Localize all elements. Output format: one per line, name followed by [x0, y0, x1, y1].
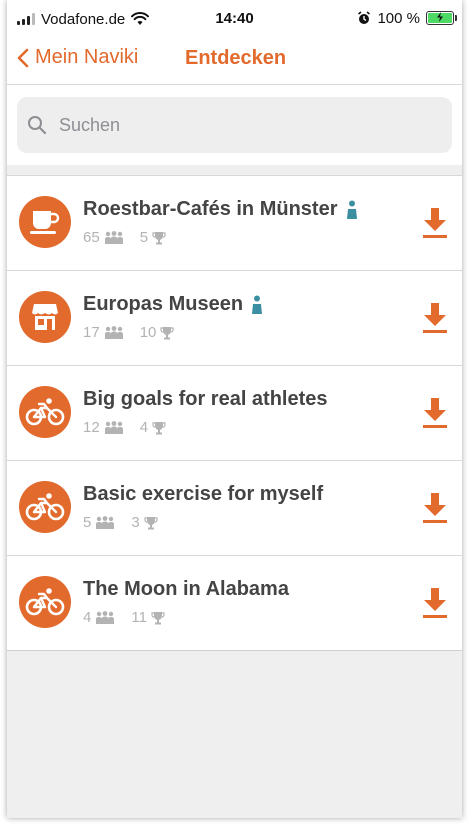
search-area: [7, 85, 462, 165]
back-button[interactable]: Mein Naviki: [17, 46, 138, 69]
list-item[interactable]: Roestbar-Cafés in Münster 65 5: [7, 176, 462, 271]
coffee-cup-icon: [19, 196, 71, 248]
trophy-icon: [152, 231, 166, 244]
search-bar[interactable]: [17, 97, 452, 153]
museum-icon: [19, 291, 71, 343]
goals-count: 4: [139, 419, 149, 436]
item-title-text: Big goals for real athletes: [83, 388, 328, 410]
battery-percent: 100 %: [377, 9, 420, 27]
members-count: 65: [83, 229, 100, 246]
item-title-text: Basic exercise for myself: [83, 483, 324, 505]
item-title: The Moon in Alabama: [83, 578, 289, 601]
person-marker-icon: [346, 200, 357, 219]
item-title: Basic exercise for myself: [83, 483, 323, 506]
trophy-icon: [144, 516, 158, 529]
app-frame: Vodafone.de 14:40 100 % Mein Naviki Entd…: [7, 0, 462, 818]
search-icon: [28, 116, 47, 135]
item-stats: 4 11: [83, 609, 165, 626]
item-title: Big goals for real athletes: [83, 388, 328, 411]
goals-count: 3: [131, 514, 140, 531]
members-count: 5: [83, 514, 92, 531]
list-item[interactable]: Basic exercise for myself 5 3: [7, 461, 462, 556]
members-icon: [96, 515, 115, 529]
goals-count: 10: [139, 324, 157, 341]
back-label: Mein Naviki: [35, 46, 139, 68]
list-item[interactable]: The Moon in Alabama 4 11: [7, 556, 462, 651]
members-count: 12: [83, 419, 100, 436]
bicycle-icon: [19, 481, 71, 533]
item-stats: 17 10: [83, 324, 174, 341]
members-icon: [104, 230, 123, 244]
members-count: 4: [83, 609, 92, 626]
item-stats: 5 3: [83, 514, 158, 531]
members-icon: [104, 420, 123, 434]
page-title: Entdecken: [185, 47, 287, 69]
item-title: Roestbar-Cafés in Münster: [83, 198, 358, 221]
list-item[interactable]: Europas Museen 17 10: [7, 271, 462, 366]
navigation-bar: Mein Naviki Entdecken: [7, 36, 462, 85]
item-title-text: Europas Museen: [83, 293, 244, 315]
download-icon[interactable]: [422, 586, 448, 620]
item-title: Europas Museen: [83, 293, 263, 316]
members-icon: [96, 610, 115, 624]
trophy-icon: [152, 421, 166, 434]
download-icon[interactable]: [422, 396, 448, 430]
trophy-icon: [151, 611, 165, 624]
item-stats: 12 4: [83, 419, 166, 436]
download-icon[interactable]: [422, 491, 448, 525]
goals-count: 5: [139, 229, 149, 246]
list-item[interactable]: Big goals for real athletes 12 4: [7, 366, 462, 461]
item-title-text: The Moon in Alabama: [83, 578, 289, 600]
bicycle-icon: [19, 386, 71, 438]
download-icon[interactable]: [422, 206, 448, 240]
alarm-icon: [358, 11, 371, 24]
members-icon: [104, 325, 123, 339]
members-count: 17: [83, 324, 100, 341]
status-bar: Vodafone.de 14:40 100 %: [7, 0, 462, 36]
goals-count: 11: [131, 609, 147, 626]
person-marker-icon: [252, 295, 263, 314]
chevron-left-icon: [17, 48, 29, 67]
battery-icon: [426, 11, 457, 25]
item-title-text: Roestbar-Cafés in Münster: [83, 198, 338, 220]
trophy-icon: [160, 326, 174, 339]
bicycle-icon: [19, 576, 71, 628]
status-right: 100 %: [357, 9, 457, 27]
download-icon[interactable]: [422, 301, 448, 335]
search-input[interactable]: [57, 113, 421, 137]
item-stats: 65 5: [83, 229, 166, 246]
collection-list: Roestbar-Cafés in Münster 65 5 Europas M…: [7, 175, 462, 651]
